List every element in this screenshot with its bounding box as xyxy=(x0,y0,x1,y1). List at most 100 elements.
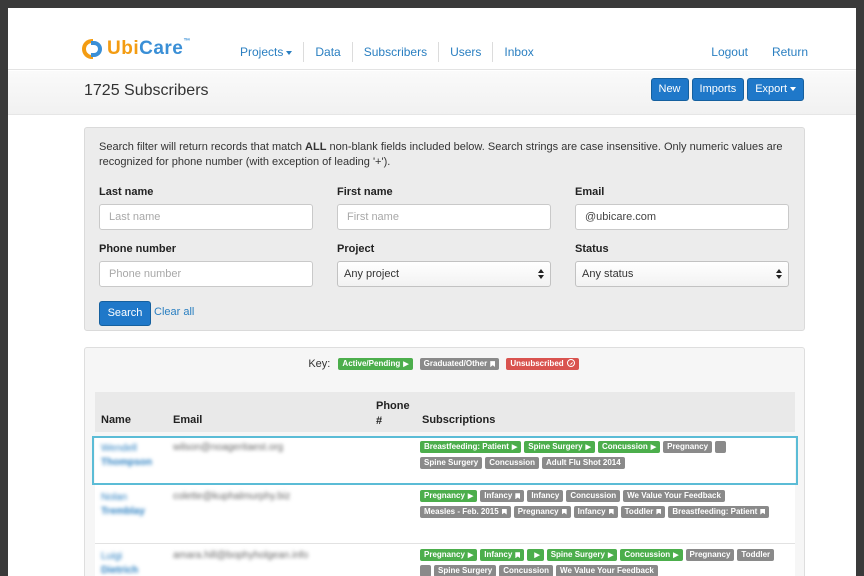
bookmark-icon xyxy=(760,508,766,515)
nav-logout[interactable]: Logout xyxy=(687,42,748,62)
subscription-badge[interactable]: Concussion xyxy=(499,564,554,576)
table-row[interactable]: Luigi Dietrich amara.hill@bophyholgean.inf… xyxy=(95,544,795,576)
trademark: ™ xyxy=(183,38,191,45)
subscription-badge[interactable]: Toddler xyxy=(737,549,775,562)
subscription-badge[interactable]: Concussion ▶ xyxy=(597,441,661,454)
subscriber-name-link[interactable]: Nolan Tremblay xyxy=(101,491,145,519)
ban-icon xyxy=(566,359,575,368)
subscription-badge[interactable]: Spine Surgery xyxy=(420,456,483,469)
subscription-badge[interactable]: Pregnancy ▶ xyxy=(420,549,478,562)
project-label: Project xyxy=(337,243,375,255)
imports-button[interactable]: Imports xyxy=(691,78,745,101)
subscription-badge[interactable]: Breastfeeding: Patient xyxy=(668,505,770,518)
bookmark-icon xyxy=(608,508,614,515)
subscription-badge[interactable] xyxy=(420,564,431,576)
play-icon: ▶ xyxy=(585,444,591,452)
nav-subscribers[interactable]: Subscribers xyxy=(351,42,438,62)
subscription-badge[interactable]: Infancy xyxy=(480,549,525,562)
phone-number-label: Phone number xyxy=(99,243,177,255)
nav-data[interactable]: Data xyxy=(303,42,351,62)
last-name: Tremblay xyxy=(101,506,145,517)
email-label: Email xyxy=(575,186,605,198)
top-navbar: UbiCare™ Projects Data Subscribers Users… xyxy=(8,8,856,70)
main-nav: Projects Data Subscribers Users Inbox xyxy=(229,42,545,62)
first-name: Nolan xyxy=(101,492,128,503)
subscription-badge[interactable]: Concussion xyxy=(566,490,621,503)
subscription-badge[interactable]: Toddler xyxy=(620,505,666,518)
col-email[interactable]: Email xyxy=(173,414,202,426)
chevron-down-icon xyxy=(790,87,796,92)
status-select[interactable]: Any status xyxy=(575,261,789,287)
filter-instructions: Search filter will return records that m… xyxy=(99,141,783,168)
results-panel: Key: Active/Pending ▶ Graduated/Other Uns… xyxy=(84,347,805,576)
subscription-badge[interactable]: Spine Surgery ▶ xyxy=(524,441,595,454)
subscription-badge[interactable]: Infancy xyxy=(527,490,564,503)
first-name: Luigi xyxy=(101,551,123,562)
subscriber-email: colette@kuphalmurphy.biz xyxy=(173,491,291,502)
last-name-input[interactable] xyxy=(99,204,313,230)
subscription-badge[interactable]: We Value Your Feedback xyxy=(556,564,658,576)
export-button[interactable]: Export xyxy=(747,78,804,101)
col-phone[interactable]: Phone # xyxy=(376,399,416,429)
subscription-badge[interactable]: Spine Surgery xyxy=(434,564,497,576)
play-icon: ▶ xyxy=(650,444,657,452)
subscription-badge[interactable]: Pregnancy ▶ xyxy=(420,490,478,503)
play-icon: ▶ xyxy=(403,361,409,369)
clear-all-link[interactable]: Clear all xyxy=(154,306,194,318)
play-icon: ▶ xyxy=(534,552,540,560)
play-icon: ▶ xyxy=(467,493,474,501)
col-name[interactable]: Name xyxy=(101,414,131,426)
nav-projects[interactable]: Projects xyxy=(229,42,303,62)
bookmark-icon xyxy=(561,508,567,515)
logo-text-ubi: Ubi xyxy=(107,38,140,59)
subscription-badge[interactable]: Infancy xyxy=(480,490,525,503)
logo-text-care: Care xyxy=(139,38,184,59)
subscription-badge[interactable]: Concussion ▶ xyxy=(620,549,683,562)
status-label: Status xyxy=(575,243,609,255)
table-row[interactable]: Nolan Tremblay colette@kuphalmurphy.biz Pre… xyxy=(95,485,795,544)
project-select[interactable]: Any project xyxy=(337,261,551,287)
phone-number-input[interactable] xyxy=(99,261,313,287)
subscription-badge[interactable]: Spine Surgery ▶ xyxy=(546,549,618,562)
first-name: Wendell xyxy=(101,443,137,454)
ubicare-logo-icon xyxy=(82,38,104,60)
key-graduated-badge: Graduated/Other xyxy=(419,358,500,371)
subscription-badge[interactable]: Pregnancy xyxy=(663,441,713,454)
subscription-badge[interactable]: Adult Flu Shot 2014 xyxy=(542,456,625,469)
app-window: UbiCare™ Projects Data Subscribers Users… xyxy=(8,8,856,576)
status-key: Key: Active/Pending ▶ Graduated/Other Uns… xyxy=(85,358,804,371)
new-button[interactable]: New xyxy=(650,78,689,101)
col-subscriptions[interactable]: Subscriptions xyxy=(422,414,495,426)
email-input[interactable] xyxy=(575,204,789,230)
search-button[interactable]: Search xyxy=(99,301,151,326)
nav-users[interactable]: Users xyxy=(438,42,492,62)
subscription-badge[interactable]: ▶ xyxy=(527,549,544,562)
table-row[interactable]: Wendell Thompson wilson@noageritaest.org Br… xyxy=(95,436,795,485)
subscriber-name-link[interactable]: Wendell Thompson xyxy=(101,442,152,470)
play-icon: ▶ xyxy=(511,444,518,452)
subscription-badge[interactable]: Breastfeeding: Patient ▶ xyxy=(420,441,522,454)
subscription-badge[interactable] xyxy=(715,441,727,454)
last-name: Thompson xyxy=(101,457,153,468)
nav-return[interactable]: Return xyxy=(748,42,808,62)
last-name-label: Last name xyxy=(99,186,154,198)
subscription-badge[interactable]: Pregnancy xyxy=(685,549,735,562)
key-label: Key: xyxy=(308,358,331,370)
first-name-input[interactable] xyxy=(337,204,551,230)
subscriber-name-link[interactable]: Luigi Dietrich xyxy=(101,550,138,576)
bookmark-icon xyxy=(501,508,507,515)
ubicare-logo[interactable]: UbiCare™ xyxy=(82,36,191,62)
subscription-badge[interactable]: Infancy xyxy=(573,505,618,518)
subscription-badge[interactable]: Measles - Feb. 2015 xyxy=(420,505,511,518)
bookmark-icon xyxy=(515,552,521,559)
header-actions: New Imports Export xyxy=(650,78,804,101)
select-arrows-icon xyxy=(776,269,782,280)
nav-inbox[interactable]: Inbox xyxy=(492,42,544,62)
subscription-badge[interactable]: We Value Your Feedback xyxy=(623,490,725,503)
subscription-badge[interactable]: Concussion xyxy=(485,456,540,469)
subscriptions-cell: Breastfeeding: Patient ▶ Spine Surgery ▶ Con… xyxy=(420,441,790,472)
subscriber-email: amara.hill@bophyholgean.info xyxy=(173,550,309,561)
chevron-down-icon xyxy=(286,50,293,55)
subscription-badge[interactable]: Pregnancy xyxy=(513,505,571,518)
bookmark-icon xyxy=(656,508,662,515)
